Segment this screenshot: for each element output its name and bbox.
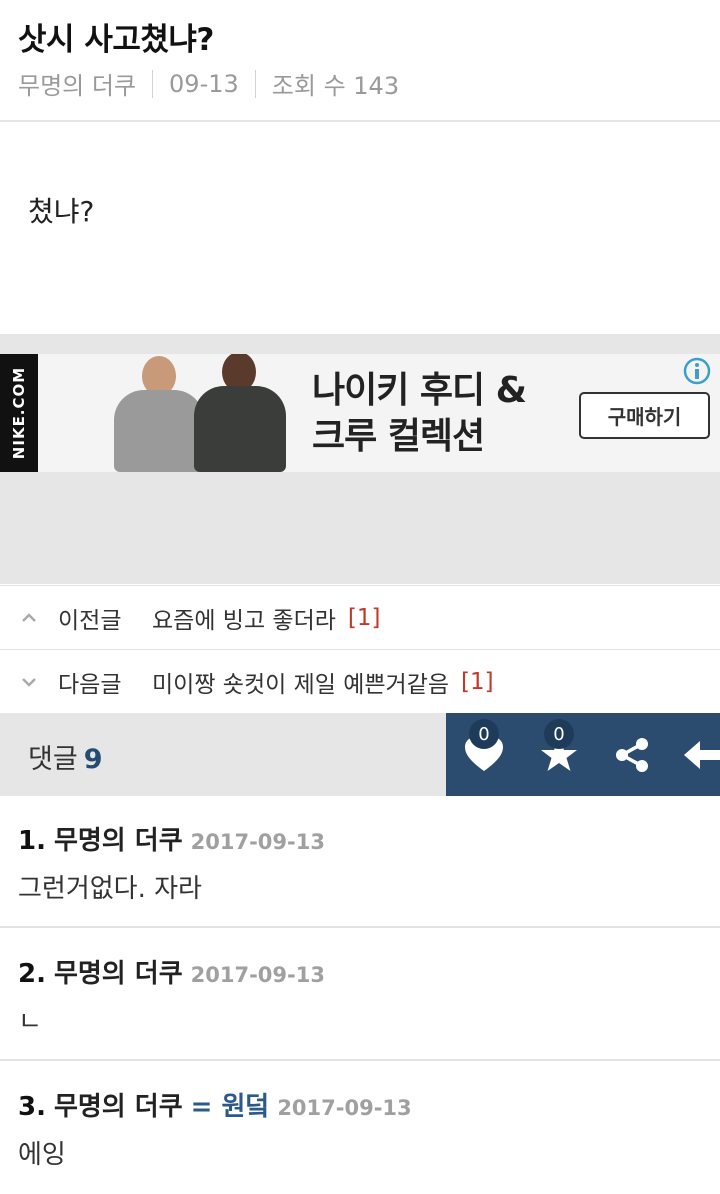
ad-brand-strip: NIKE.COM [0,354,38,472]
action-bar: 0 0 [446,713,720,796]
prev-post-reply-count: [1] [347,604,381,631]
next-post-label: 다음글 [58,671,122,698]
ad-banner[interactable]: NIKE.COM 나이키 후디 & 크루 컬렉션 구매하기 [0,354,720,472]
chevron-down-icon [0,677,58,687]
comment-count: 9 [83,744,103,775]
prev-post-label: 이전글 [58,607,122,634]
post-meta: 무명의 더쿠 09-13 조회 수 143 [18,66,399,101]
post-author[interactable]: 무명의 더쿠 [18,66,136,101]
meta-divider [254,69,256,98]
comment-number: 3. [18,1092,46,1122]
ad-area: NIKE.COM 나이키 후디 & 크루 컬렉션 구매하기 [0,334,720,584]
comment-number: 1. [18,826,46,856]
post-body: 쳤냐? [28,195,95,228]
comment-bar: 댓글 9 0 0 [0,713,720,796]
next-post-link[interactable]: 다음글 미이짱 숏컷이 제일 예쁜거같음 [1] [0,649,720,713]
prev-post-link[interactable]: 이전글 요즘에 빙고 좋더라 [1] [0,585,720,649]
post-header: 삿시 사고쳤냐? 무명의 더쿠 09-13 조회 수 143 [0,0,720,122]
arrow-left-icon [684,741,720,769]
comment-text: 그런거없다. 자라 [18,874,202,904]
comment-date: 2017-09-13 [190,830,325,854]
op-tag: = 원덬 [190,1092,270,1122]
comment-number: 2. [18,959,46,989]
chevron-up-icon [0,612,58,623]
meta-divider [152,69,154,98]
comment-author[interactable]: 무명의 더쿠 [54,953,183,990]
like-button[interactable]: 0 [460,719,508,779]
comment-text: ㄴ [18,1007,42,1037]
post-title: 삿시 사고쳤냐? [18,22,214,58]
ad-model-image [192,354,288,472]
comment-item: 1. 무명의 더쿠 2017-09-13 그런거없다. 자라 [0,796,720,928]
ad-headline: 나이키 후디 & 크루 컬렉션 [312,370,527,457]
ad-info-icon[interactable] [682,356,712,386]
star-count-badge: 0 [544,719,574,749]
post-date: 09-13 [169,69,239,98]
next-post-title[interactable]: 미이짱 숏컷이 제일 예쁜거같음 [152,665,449,699]
comment-author[interactable]: 무명의 더쿠 [54,1086,183,1123]
back-button[interactable] [682,731,720,779]
post-views: 조회 수 143 [271,72,400,100]
comment-item: 3. 무명의 더쿠 = 원덬 2017-09-13 에잉 [0,1062,720,1194]
comment-heading: 댓글 9 [28,744,103,775]
prev-post-title[interactable]: 요즘에 빙고 좋더라 [152,601,336,635]
ad-buy-button[interactable]: 구매하기 [579,392,710,439]
bookmark-button[interactable]: 0 [535,719,583,779]
ad-brand-text: NIKE.COM [10,366,29,460]
comment-date: 2017-09-13 [277,1096,412,1120]
share-button[interactable] [608,731,656,779]
comment-author[interactable]: 무명의 더쿠 [54,820,183,857]
comment-text: 에잉 [18,1140,66,1170]
like-count-badge: 0 [469,719,499,749]
comment-date: 2017-09-13 [190,963,325,987]
comment-item: 2. 무명의 더쿠 2017-09-13 ㄴ [0,929,720,1061]
share-icon [616,738,648,772]
next-post-reply-count: [1] [461,668,494,695]
